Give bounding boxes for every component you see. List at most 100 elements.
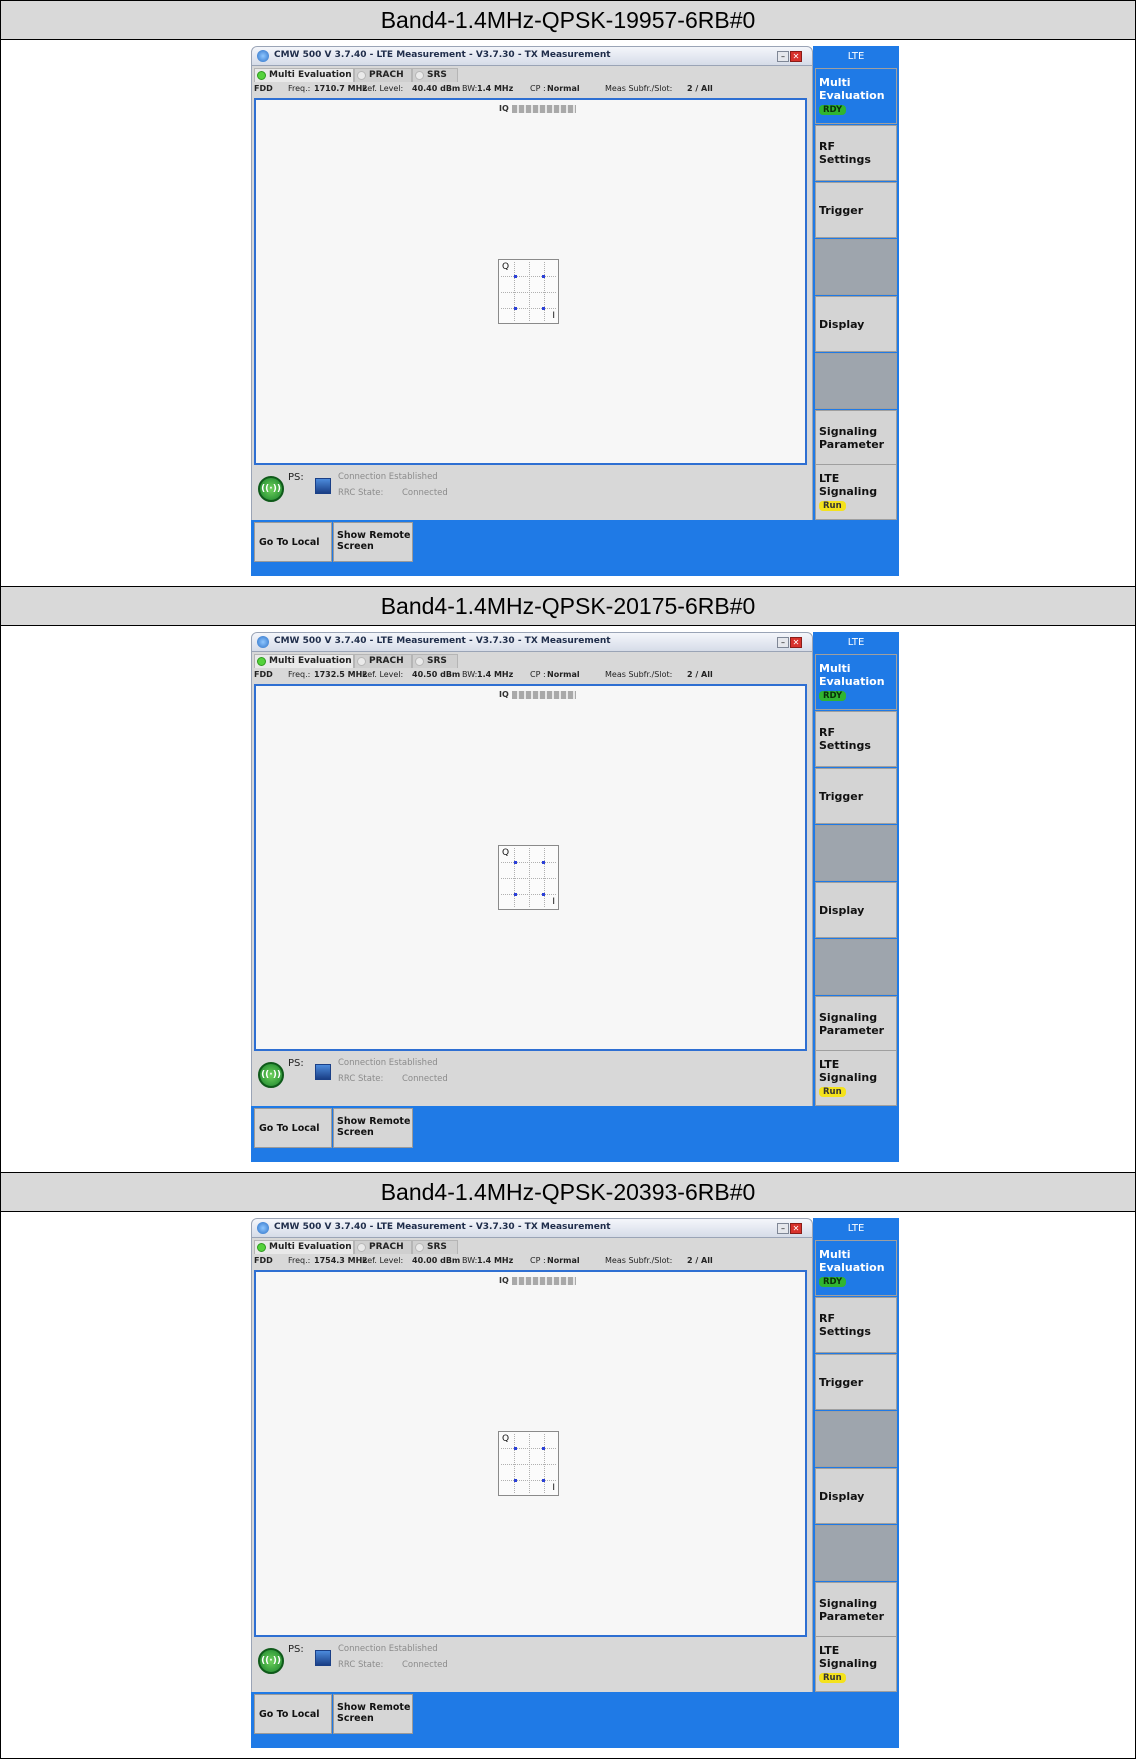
display-softkey[interactable]: Display [815,1468,897,1524]
softkey-sidebar: LTE Multi Evaluation RDY RF Settings Tri… [813,1218,899,1692]
go-to-local-button[interactable]: Go To Local [254,1694,332,1734]
section-header: Band4-1.4MHz-QPSK-20175-6RB#0 [1,587,1135,626]
window-titlebar: CMW 500 V 3.7.40 - LTE Measurement - V3.… [251,1218,813,1238]
measurement-section: Band4-1.4MHz-QPSK-20393-6RB#0 CMW 500 V … [1,1173,1135,1759]
multi-evaluation-softkey[interactable]: Multi Evaluation RDY [815,1240,897,1296]
cmw-window: CMW 500 V 3.7.40 - LTE Measurement - V3.… [251,632,899,1162]
softkey-label: Display [819,904,865,917]
status-badge: Run [819,501,846,511]
tab-srs[interactable]: SRS [412,654,458,668]
minimize-button[interactable]: – [777,637,789,648]
softkey-label: Signaling [819,1071,878,1084]
rrc-state-value: Connected [402,488,448,498]
softkey-sidebar: LTE Multi Evaluation RDY RF Settings Tri… [813,46,899,520]
rf-settings-softkey[interactable]: RF Settings [815,711,897,767]
tab-srs[interactable]: SRS [412,1240,458,1254]
softkey-label: Trigger [819,204,864,217]
tab-prach[interactable]: PRACH [354,1240,412,1254]
status-led-icon [357,1243,366,1252]
softkey-label: Signaling [819,485,878,498]
softkey-label: Evaluation [819,675,885,688]
connection-status: ((·)) PS: Connection Established RRC Sta… [254,1054,810,1094]
plot-title: IQ [499,104,509,113]
softkey-label: LTE [819,1058,840,1071]
network-icon [315,1650,331,1666]
go-to-local-button[interactable]: Go To Local [254,1108,332,1148]
minimize-button[interactable]: – [777,51,789,62]
close-button[interactable]: ✕ [790,1223,802,1234]
document-table: Band4-1.4MHz-QPSK-19957-6RB#0 CMW 500 V … [0,0,1136,1759]
softkey-label: Settings [819,1325,871,1338]
constellation-point [514,275,517,278]
status-led-icon [357,657,366,666]
lte-signaling-softkey[interactable]: LTE Signaling Run [815,464,897,520]
rf-settings-softkey[interactable]: RF Settings [815,1297,897,1353]
show-remote-screen-button[interactable]: Show Remote Screen [333,522,413,562]
bw-value: 1.4 MHz [477,1256,514,1265]
status-badge: RDY [819,691,847,701]
duplex-mode: FDD [254,84,273,93]
window-title: CMW 500 V 3.7.40 - LTE Measurement - V3.… [274,1222,611,1232]
multi-evaluation-softkey[interactable]: Multi Evaluation RDY [815,654,897,710]
signaling-parameter-softkey[interactable]: Signaling Parameter [815,410,897,466]
show-remote-screen-button[interactable]: Show Remote Screen [333,1694,413,1734]
tab-label: PRACH [369,656,404,666]
network-icon [315,478,331,494]
status-led-icon [415,71,424,80]
empty-softkey [815,1411,897,1467]
signaling-parameter-softkey[interactable]: Signaling Parameter [815,1582,897,1638]
trigger-softkey[interactable]: Trigger [815,768,897,824]
signaling-parameter-softkey[interactable]: Signaling Parameter [815,996,897,1052]
lte-signaling-softkey[interactable]: LTE Signaling Run [815,1636,897,1692]
q-axis-label: Q [502,848,510,858]
rrc-state-value: Connected [402,1660,448,1670]
tab-prach[interactable]: PRACH [354,68,412,82]
status-led-icon [257,71,266,80]
tab-prach[interactable]: PRACH [354,654,412,668]
measurement-section: Band4-1.4MHz-QPSK-19957-6RB#0 CMW 500 V … [1,1,1135,587]
iq-constellation: Q I [498,259,559,324]
trigger-softkey[interactable]: Trigger [815,1354,897,1410]
i-axis-label: I [552,311,555,321]
i-axis-label: I [552,897,555,907]
section-body: CMW 500 V 3.7.40 - LTE Measurement - V3.… [1,1212,1135,1759]
softkey-label: Multi [819,76,851,89]
tab-label: PRACH [369,1242,404,1252]
ps-label: PS: [288,1058,304,1069]
section-body: CMW 500 V 3.7.40 - LTE Measurement - V3.… [1,40,1135,587]
tab-multi-evaluation[interactable]: Multi Evaluation [254,68,354,82]
display-softkey[interactable]: Display [815,882,897,938]
tab-srs[interactable]: SRS [412,68,458,82]
trigger-softkey[interactable]: Trigger [815,182,897,238]
lte-signaling-softkey[interactable]: LTE Signaling Run [815,1050,897,1106]
tab-label: PRACH [369,70,404,80]
tab-multi-evaluation[interactable]: Multi Evaluation [254,1240,354,1254]
button-label: Go To Local [259,537,320,548]
app-logo-icon [257,1222,269,1234]
display-softkey[interactable]: Display [815,296,897,352]
app-logo-icon [257,50,269,62]
minimize-button[interactable]: – [777,1223,789,1234]
close-button[interactable]: ✕ [790,51,802,62]
progress-segments [512,1277,576,1285]
iq-constellation: Q I [498,1431,559,1496]
connection-state: Connection Established [338,472,438,482]
freq-value: 1754.3 MHz [314,1256,367,1265]
empty-softkey [815,825,897,881]
softkey-label: Signaling [819,1657,878,1670]
sidebar-header: LTE [847,637,865,648]
softkey-label: Signaling [819,1011,878,1024]
meas-slot-value: 2 / All [687,1256,713,1265]
close-button[interactable]: ✕ [790,637,802,648]
multi-evaluation-softkey[interactable]: Multi Evaluation RDY [815,68,897,124]
tab-label: SRS [427,656,447,666]
tab-multi-evaluation[interactable]: Multi Evaluation [254,654,354,668]
softkey-label: Settings [819,153,871,166]
constellation-point [542,275,545,278]
measurement-info-row: FDD Freq.: 1732.5 MHz Ref. Level: 40.50 … [254,670,810,682]
rf-settings-softkey[interactable]: RF Settings [815,125,897,181]
bw-label: BW: [462,84,478,93]
softkey-label: RF [819,1312,835,1325]
go-to-local-button[interactable]: Go To Local [254,522,332,562]
show-remote-screen-button[interactable]: Show Remote Screen [333,1108,413,1148]
